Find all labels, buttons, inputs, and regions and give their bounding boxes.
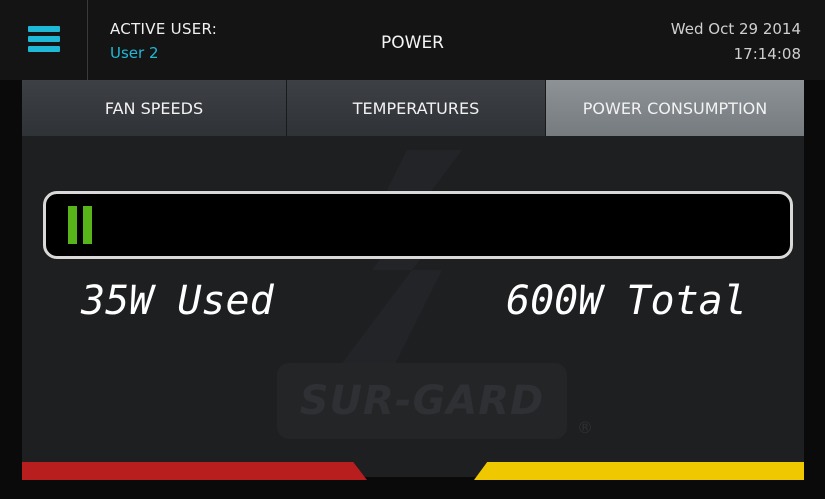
power-usage-fill: [68, 206, 92, 244]
power-fill-segment: [83, 206, 92, 244]
power-screen: ACTIVE USER: User 2 POWER Wed Oct 29 201…: [0, 0, 825, 499]
content-panel: FAN SPEEDS TEMPERATURES POWER CONSUMPTIO…: [22, 80, 804, 477]
tab-fan-speeds[interactable]: FAN SPEEDS: [22, 80, 287, 136]
watermark-logo-text: SUR-GARD: [299, 378, 545, 424]
power-total-readout: 600W Total: [506, 278, 747, 324]
menu-button[interactable]: [0, 0, 88, 80]
registered-mark: ®: [577, 418, 593, 437]
tab-power-consumption[interactable]: POWER CONSUMPTION: [546, 80, 804, 136]
time-display: 17:14:08: [733, 45, 801, 63]
active-user-label: ACTIVE USER:: [110, 20, 218, 38]
date-display: Wed Oct 29 2014: [670, 20, 801, 38]
status-strip-right: [474, 462, 804, 480]
power-usage-bar: [43, 191, 793, 259]
watermark-logo: SUR-GARD: [277, 363, 567, 439]
power-fill-segment: [68, 206, 77, 244]
status-strip-left: [22, 462, 367, 480]
header-bar: ACTIVE USER: User 2 POWER Wed Oct 29 201…: [0, 0, 825, 80]
tab-temperatures[interactable]: TEMPERATURES: [287, 80, 546, 136]
active-user-name: User 2: [110, 44, 159, 62]
page-title: POWER: [381, 33, 444, 53]
hamburger-menu-icon[interactable]: [28, 26, 60, 52]
tab-bar: FAN SPEEDS TEMPERATURES POWER CONSUMPTIO…: [22, 80, 804, 136]
power-used-readout: 35W Used: [81, 278, 274, 324]
watermark-arrow-icon: [337, 150, 462, 370]
